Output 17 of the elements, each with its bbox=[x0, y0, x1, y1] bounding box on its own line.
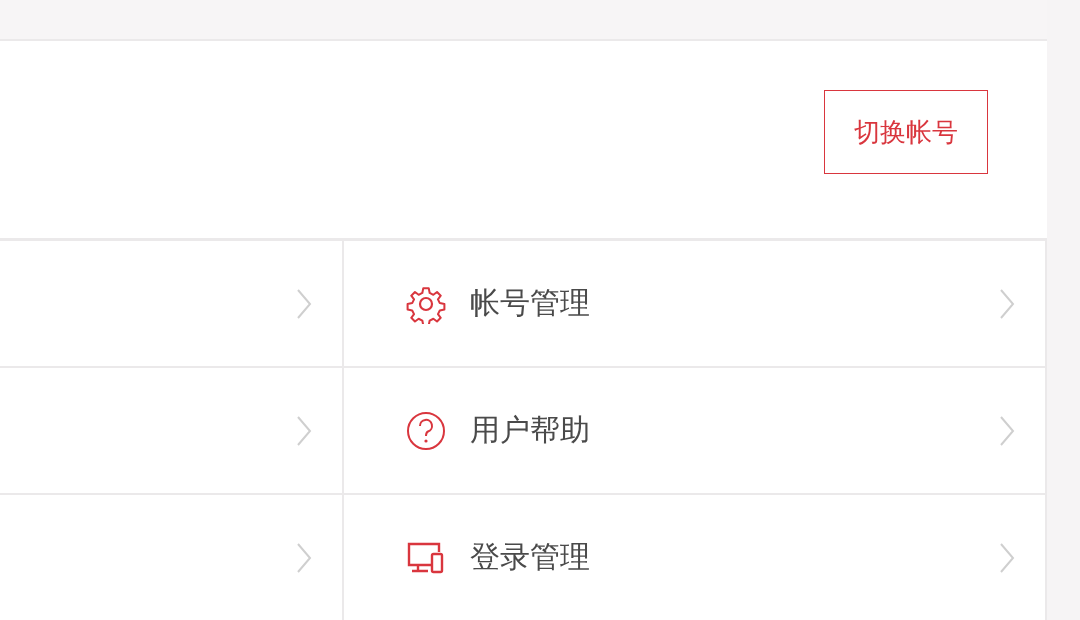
chevron-icon bbox=[999, 287, 1015, 320]
menu-item[interactable]: 登录管理 bbox=[344, 495, 1045, 620]
help-icon bbox=[406, 410, 446, 451]
menu-item[interactable]: 用户帮助 bbox=[344, 368, 1045, 493]
menu-item[interactable] bbox=[0, 368, 342, 493]
chevron-icon bbox=[296, 414, 312, 447]
chevron-icon bbox=[296, 287, 312, 320]
menu-label: 帐号管理 bbox=[470, 284, 591, 322]
chevron-icon bbox=[999, 541, 1015, 574]
menu-label: 用户帮助 bbox=[470, 411, 591, 449]
menu-item[interactable]: 帐号管理 bbox=[344, 241, 1045, 366]
switch-account-button[interactable]: 切换帐号 bbox=[824, 90, 988, 175]
menu-label: 登录管理 bbox=[470, 538, 591, 576]
menu-item[interactable] bbox=[0, 241, 342, 366]
menu-item[interactable] bbox=[0, 495, 342, 620]
chevron-icon bbox=[296, 541, 312, 574]
chevron-icon bbox=[999, 414, 1015, 447]
